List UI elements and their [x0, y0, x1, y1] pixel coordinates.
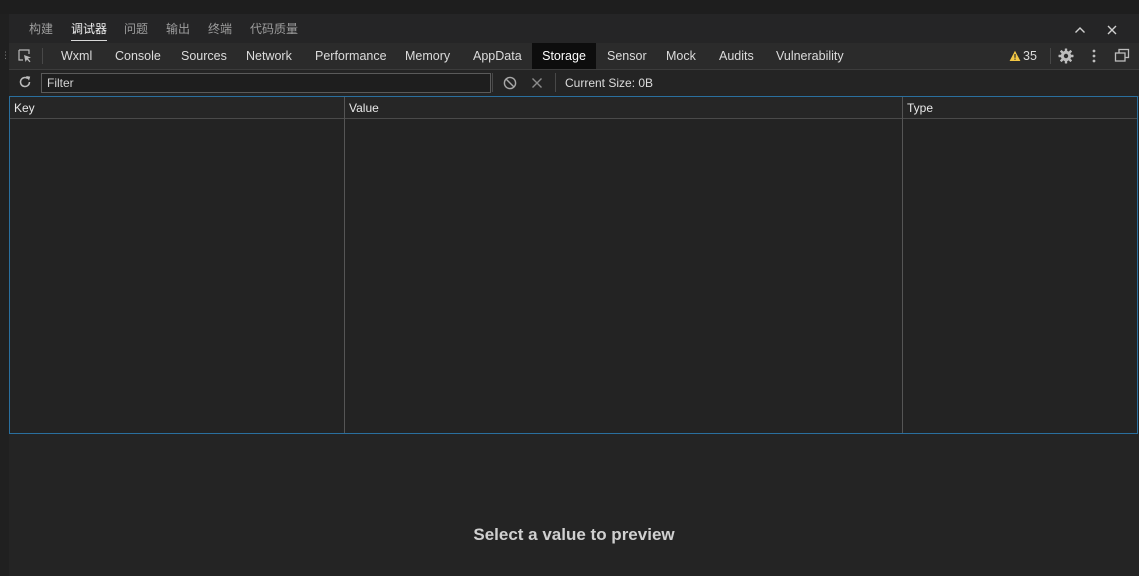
tab-appdata[interactable]: AppData: [464, 43, 531, 69]
chevron-up-icon[interactable]: [1072, 22, 1088, 38]
window-top-strip: [0, 0, 1139, 14]
panel-tab-terminal[interactable]: 终端: [208, 21, 232, 37]
tab-console[interactable]: Console: [106, 43, 170, 69]
filter-input[interactable]: [41, 73, 491, 93]
tab-audits[interactable]: Audits: [710, 43, 763, 69]
column-header-value[interactable]: Value: [345, 97, 379, 118]
tab-storage[interactable]: Storage: [532, 43, 596, 69]
refresh-icon[interactable]: [18, 75, 32, 89]
tab-performance[interactable]: Performance: [306, 43, 396, 69]
grid-header: Key Value Type: [10, 97, 1137, 119]
panel-tab-build[interactable]: 构建: [29, 21, 53, 37]
warnings-count: 35: [1023, 49, 1037, 63]
storage-data-grid[interactable]: Key Value Type: [9, 96, 1138, 434]
delete-selected-icon[interactable]: [530, 76, 544, 90]
preview-placeholder: Select a value to preview: [473, 525, 675, 544]
tab-sensor[interactable]: Sensor: [598, 43, 656, 69]
panel-tab-problems[interactable]: 问题: [124, 21, 148, 37]
tab-memory[interactable]: Memory: [396, 43, 459, 69]
panel-tab-code-quality[interactable]: 代码质量: [250, 21, 298, 37]
divider: [492, 73, 493, 92]
current-size-label: Current Size: 0B: [565, 76, 654, 90]
clear-all-icon[interactable]: [503, 76, 517, 90]
column-header-key[interactable]: Key: [10, 97, 35, 118]
storage-toolbar: Current Size: 0B: [9, 70, 1139, 97]
close-icon[interactable]: [1104, 22, 1120, 38]
dock-side-icon[interactable]: [1114, 48, 1130, 64]
more-vertical-icon[interactable]: [1086, 48, 1102, 64]
inspect-element-icon[interactable]: [18, 49, 32, 63]
devtools-tab-bar: Wxml Console Sources Network Performance…: [9, 43, 1139, 70]
tab-vulnerability[interactable]: Vulnerability: [767, 43, 853, 69]
warnings-counter[interactable]: 35: [1009, 49, 1037, 63]
left-gutter: ⋮: [0, 14, 10, 576]
tab-sources[interactable]: Sources: [172, 43, 236, 69]
divider: [1050, 48, 1051, 64]
divider: [555, 73, 556, 92]
divider: [42, 48, 43, 64]
resize-grip-icon[interactable]: ⋮: [1, 51, 10, 60]
panel-tab-debugger[interactable]: 调试器: [71, 21, 108, 41]
tab-network[interactable]: Network: [237, 43, 301, 69]
preview-pane: Select a value to preview: [9, 434, 1139, 576]
panel-tab-bar: 构建 调试器 问题 输出 终端 代码质量: [9, 14, 1139, 43]
column-header-type[interactable]: Type: [903, 97, 933, 118]
column-divider[interactable]: [344, 97, 345, 433]
gear-icon[interactable]: [1058, 48, 1074, 64]
tab-wxml[interactable]: Wxml: [52, 43, 101, 69]
tab-mock[interactable]: Mock: [657, 43, 705, 69]
panel-tab-output[interactable]: 输出: [166, 21, 190, 37]
warning-icon: [1009, 50, 1021, 61]
column-divider[interactable]: [902, 97, 903, 433]
